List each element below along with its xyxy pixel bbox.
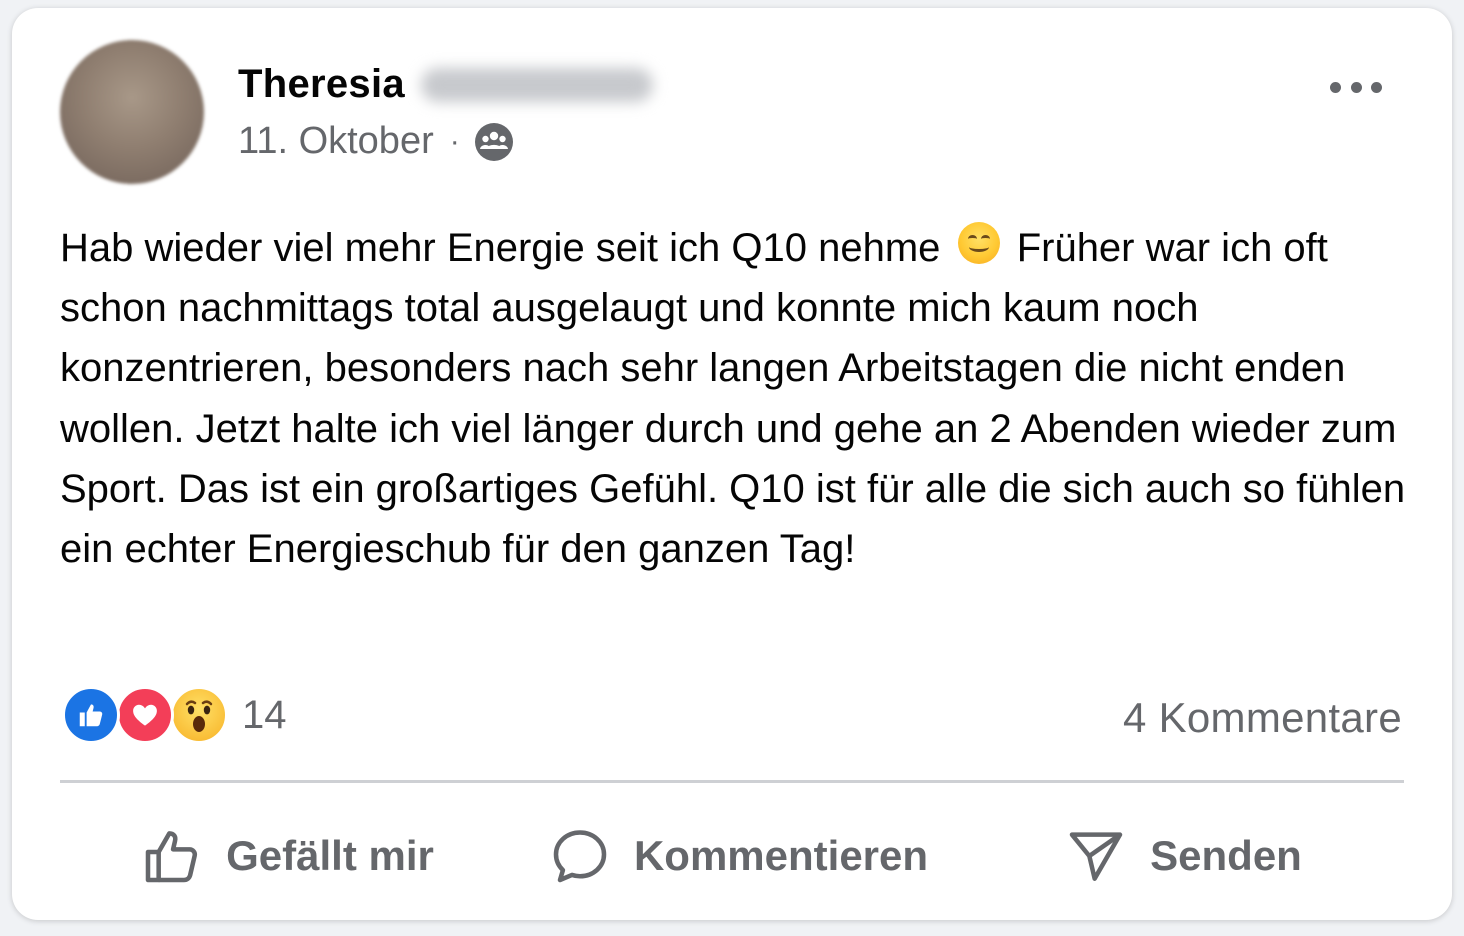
thumbs-up-icon bbox=[145, 831, 198, 883]
dot-icon bbox=[1350, 81, 1362, 93]
comment-button-label: Kommentieren bbox=[633, 832, 929, 879]
author-surname-blurred bbox=[420, 67, 653, 102]
avatar[interactable] bbox=[60, 40, 204, 184]
send-button[interactable]: Senden bbox=[962, 820, 1404, 892]
post-date[interactable]: 11. Oktober bbox=[238, 120, 434, 163]
dot-icon bbox=[1371, 81, 1382, 93]
meta-separator: · bbox=[449, 124, 460, 158]
more-options-button[interactable] bbox=[1330, 72, 1382, 102]
divider bbox=[60, 780, 1404, 783]
smiling-face-emoji-icon bbox=[957, 222, 1000, 264]
like-reaction-icon bbox=[62, 686, 120, 744]
action-bar: Gefällt mir Kommentieren Senden bbox=[60, 820, 1404, 892]
post-meta: 11. Oktober · bbox=[238, 120, 514, 163]
speech-bubble-icon bbox=[553, 830, 607, 883]
group-icon[interactable] bbox=[474, 122, 514, 162]
post-text-part2: Früher war ich oft schon nachmittags tot… bbox=[60, 226, 1406, 572]
like-button-label: Gefällt mir bbox=[226, 832, 434, 879]
send-arrow-icon bbox=[1069, 832, 1123, 881]
post-text: Hab wieder viel mehr Energie seit ich Q1… bbox=[60, 218, 1410, 579]
send-button-label: Senden bbox=[1150, 832, 1302, 879]
wow-reaction-icon bbox=[170, 686, 228, 744]
author-row: Theresia bbox=[238, 62, 653, 107]
post-text-part1: Hab wieder viel mehr Energie seit ich Q1… bbox=[60, 226, 941, 270]
like-button[interactable]: Gefällt mir bbox=[60, 820, 514, 892]
love-reaction-icon bbox=[116, 686, 174, 744]
dot-icon bbox=[1330, 81, 1341, 93]
comments-count[interactable]: 4 Kommentare bbox=[1123, 694, 1402, 742]
comment-button[interactable]: Kommentieren bbox=[514, 820, 962, 892]
reactions-summary[interactable]: 14 bbox=[62, 686, 287, 744]
post-card: Theresia 11. Oktober · Hab wieder viel m… bbox=[12, 8, 1452, 920]
author-name[interactable]: Theresia bbox=[238, 62, 405, 107]
reaction-count[interactable]: 14 bbox=[242, 693, 287, 738]
